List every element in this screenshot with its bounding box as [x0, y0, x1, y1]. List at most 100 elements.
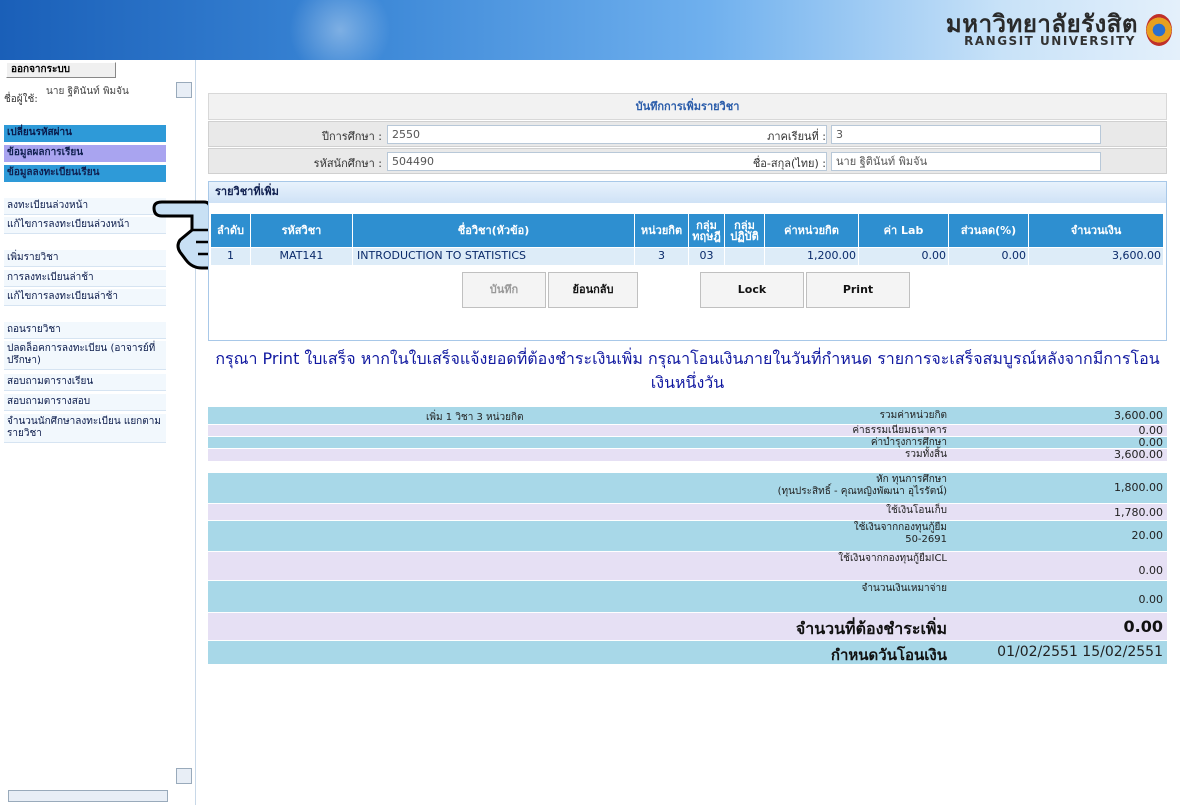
summary-row-stored-transfer: ใช้เงินโอนเก็บ 1,780.00 [208, 504, 1167, 520]
nav-item-withdraw-course[interactable]: ถอนรายวิชา [4, 322, 166, 339]
cell-lab-fee: 0.00 [859, 248, 949, 265]
info-row-year: ปีการศึกษา : 2550 ภาคเรียนที่ : 3 [208, 121, 1167, 147]
logout-button[interactable]: ออกจากระบบ [6, 62, 116, 78]
year-label: ปีการศึกษา : [321, 130, 382, 143]
summary-value: 20.00 [1131, 529, 1164, 542]
banner-decoration [280, 0, 400, 60]
summary-value: 3,600.00 [1114, 409, 1163, 422]
amount-due-label: จำนวนที่ต้องชำระเพิ่ม [795, 619, 947, 638]
nav-item-edit-late-registration[interactable]: แก้ไขการลงทะเบียนล่าช้า [4, 289, 166, 306]
student-name-label: ชื่อ-สกุล(ไทย) : [752, 157, 826, 170]
cell-theory-group: 03 [689, 248, 725, 265]
nav-item-add-course[interactable]: เพิ่มรายวิชา [4, 250, 166, 267]
cell-amount: 3,600.00 [1029, 248, 1164, 265]
header-banner: มหาวิทยาลัยรังสิต RANGSIT UNIVERSITY [0, 0, 1180, 60]
nav-item-edit-pre-registration[interactable]: แก้ไขการลงทะเบียนล่วงหน้า [4, 217, 166, 234]
transfer-date-label: กำหนดวันโอนเงิน [830, 646, 947, 664]
cell-order: 1 [211, 248, 251, 265]
summary-label: ใช้เงินจากกองทุนกู้ยืม [853, 522, 947, 533]
nav-scrollbar-area [2, 760, 194, 805]
summary-row-lump-sum: จำนวนเงินเหมาจ่าย 0.00 [208, 581, 1167, 612]
col-credits: หน่วยกิต [635, 214, 689, 247]
summary-row-credit-total: เพิ่ม 1 วิชา 3 หน่วยกิต รวมค่าหน่วยกิต 3… [208, 407, 1167, 424]
cell-lab-group [725, 248, 765, 265]
term-field[interactable]: 3 [831, 125, 1101, 144]
transfer-date-value: 01/02/2551 15/02/2551 [997, 644, 1163, 660]
print-button[interactable]: Print [806, 272, 910, 308]
summary-row-loan-fund: ใช้เงินจากกองทุนกู้ยืม 50-2691 20.00 [208, 521, 1167, 551]
cell-name: INTRODUCTION TO STATISTICS [353, 248, 635, 265]
page: มหาวิทยาลัยรังสิต RANGSIT UNIVERSITY ออก… [0, 0, 1180, 805]
summary-value: 0.00 [1138, 564, 1164, 577]
form-title: บันทึกการเพิ่มรายวิชา [208, 93, 1167, 120]
user-label: ชื่อผู้ใช้: [4, 94, 38, 105]
col-order: ลำดับ [211, 214, 251, 247]
nav-item-late-registration[interactable]: การลงทะเบียนล่าช้า [4, 270, 166, 287]
summary-row-maintenance-fee: ค่าบำรุงการศึกษา 0.00 [208, 436, 1167, 449]
summary-value: 1,780.00 [1114, 506, 1163, 519]
left-nav: ออกจากระบบ ชื่อผู้ใช้: นาย ฐิตินันท์ พิม… [0, 60, 196, 805]
summary-label: หัก ทุนการศึกษา [876, 474, 947, 485]
summary-label: รวมทั้งสิ้น [905, 449, 947, 460]
student-id-label: รหัสนักศึกษา : [313, 157, 382, 170]
added-courses-panel: รายวิชาที่เพิ่ม ลำดับ รหัสวิชา ชื่อวิชา(… [208, 181, 1167, 341]
col-amount: จำนวนเงิน [1029, 214, 1164, 247]
summary-label: จำนวนเงินเหมาจ่าย [861, 583, 947, 594]
cell-discount: 0.00 [949, 248, 1029, 265]
summary-row-bank-fee: ค่าธรรมเนียมธนาคาร 0.00 [208, 424, 1167, 437]
term-label: ภาคเรียนที่ : [767, 130, 826, 143]
nav-item-enrollment-count[interactable]: จำนวนนักศึกษาลงทะเบียน แยกตามรายวิชา [4, 414, 166, 443]
nav-item-pre-registration[interactable]: ลงทะเบียนล่วงหน้า [4, 198, 166, 215]
summary-label-detail: (ทุนประสิทธิ์ - คุณหญิงพัฒนา อุไรรัตน์) [777, 486, 947, 497]
save-button[interactable]: บันทึก [462, 272, 546, 308]
back-button[interactable]: ย้อนกลับ [548, 272, 638, 308]
cell-credits: 3 [635, 248, 689, 265]
summary-label: ใช้เงินจากกองทุนกู้ยืมICL [838, 553, 947, 564]
summary-label: รวมค่าหน่วยกิต [879, 410, 947, 421]
student-name-field[interactable]: นาย ฐิตินันท์ พิมจัน [831, 152, 1101, 171]
collapse-icon[interactable] [176, 82, 192, 98]
nav-change-password[interactable]: เปลี่ยนรหัสผ่าน [4, 125, 166, 142]
summary-row-transfer-date: กำหนดวันโอนเงิน 01/02/2551 15/02/2551 [208, 641, 1167, 664]
lock-button[interactable]: Lock [700, 272, 804, 308]
col-name: ชื่อวิชา(หัวข้อ) [353, 214, 635, 247]
summary-label-detail: 50-2691 [905, 534, 947, 545]
summary-label: ใช้เงินโอนเก็บ [886, 505, 947, 516]
cell-code: MAT141 [251, 248, 353, 265]
col-discount: ส่วนลด(%) [949, 214, 1029, 247]
added-summary: เพิ่ม 1 วิชา 3 หน่วยกิต [426, 412, 524, 423]
nav-item-unlock-registration[interactable]: ปลดล็อคการลงทะเบียน (อาจารย์ที่ปรึกษา) [4, 341, 166, 370]
nav-item-exam-schedule[interactable]: สอบถามตารางสอบ [4, 394, 166, 411]
nav-registration-info[interactable]: ข้อมูลลงทะเบียนเรียน [4, 165, 166, 182]
summary-value: 3,600.00 [1114, 448, 1163, 461]
summary-label: ค่าบำรุงการศึกษา [870, 437, 947, 448]
year-field[interactable]: 2550 [387, 125, 827, 144]
summary-row-icl-fund: ใช้เงินจากกองทุนกู้ยืมICL 0.00 [208, 552, 1167, 580]
user-name: นาย ฐิตินันท์ พิมจัน [46, 86, 129, 97]
summary-row-amount-due: จำนวนที่ต้องชำระเพิ่ม 0.00 [208, 613, 1167, 640]
nav-grades[interactable]: ข้อมูลผลการเรียน [4, 145, 166, 162]
summary-label: ค่าธรรมเนียมธนาคาร [852, 425, 947, 436]
university-name-en: RANGSIT UNIVERSITY [964, 34, 1136, 48]
col-credit-fee: ค่าหน่วยกิต [765, 214, 859, 247]
added-courses-title: รายวิชาที่เพิ่ม [209, 182, 1166, 203]
summary-row-grand-total: รวมทั้งสิ้น 3,600.00 [208, 448, 1167, 461]
table-row[interactable]: 1 MAT141 INTRODUCTION TO STATISTICS 3 03… [211, 248, 1164, 265]
cell-credit-fee: 1,200.00 [765, 248, 859, 265]
resize-grip-icon[interactable] [176, 768, 192, 784]
user-info: ชื่อผู้ใช้: นาย ฐิตินันท์ พิมจัน [2, 82, 172, 124]
nav-item-class-schedule[interactable]: สอบถามตารางเรียน [4, 374, 166, 391]
payment-notice: กรุณา Print ใบเสร็จ หากในใบเสร็จแจ้งยอดท… [215, 349, 1160, 392]
info-row-student: รหัสนักศึกษา : 504490 ชื่อ-สกุล(ไทย) : น… [208, 148, 1167, 174]
horizontal-scrollbar[interactable] [8, 790, 168, 802]
col-lab-fee: ค่า Lab [859, 214, 949, 247]
col-theory-group: กลุ่ม ทฤษฎี [689, 214, 725, 247]
course-table-header: ลำดับ รหัสวิชา ชื่อวิชา(หัวข้อ) หน่วยกิต… [211, 214, 1164, 247]
col-code: รหัสวิชา [251, 214, 353, 247]
amount-due-value: 0.00 [1123, 617, 1163, 636]
col-lab-group: กลุ่ม ปฏิบัติ [725, 214, 765, 247]
university-seal-icon [1146, 14, 1172, 46]
summary-value: 0.00 [1138, 593, 1164, 606]
summary-row-scholarship: หัก ทุนการศึกษา (ทุนประสิทธิ์ - คุณหญิงพ… [208, 473, 1167, 503]
summary-value: 1,800.00 [1114, 481, 1163, 494]
